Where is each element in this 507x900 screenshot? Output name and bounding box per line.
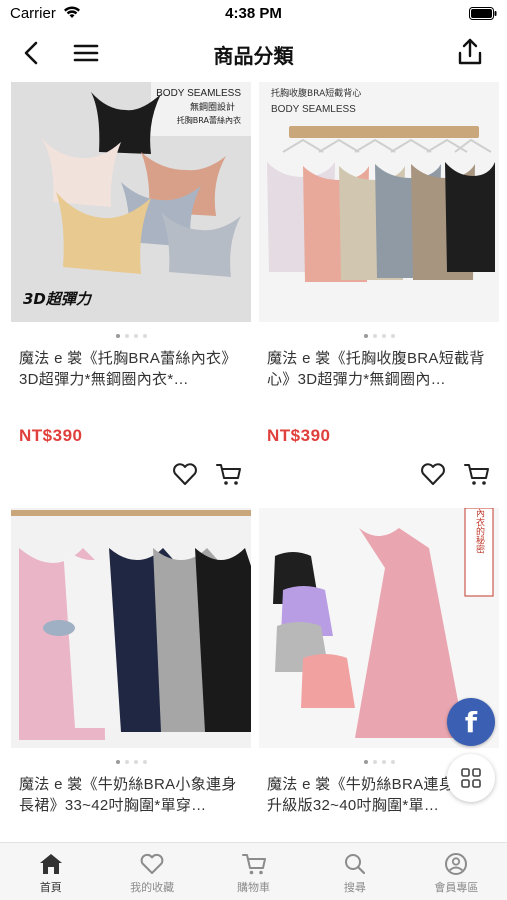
nav-bar: 商品分類 (0, 30, 507, 76)
tab-label: 搜尋 (343, 882, 366, 894)
cart-icon (241, 854, 266, 875)
tab-label: 我的收藏 (130, 882, 175, 894)
product-price: NT$390 (19, 426, 83, 445)
carousel-dots (11, 334, 251, 338)
tab-label: 購物車 (237, 882, 271, 894)
carousel-dot (124, 334, 129, 338)
carousel-dot (124, 760, 129, 764)
cart-icon[interactable] (463, 460, 491, 488)
tab-label: 首頁 (39, 882, 62, 894)
carousel-dot (372, 760, 377, 764)
heart-icon[interactable] (171, 460, 199, 488)
product-title[interactable]: 魔法 e 裳《牛奶絲BRA小象連身長裙》33~42吋胸圍*單穿… (19, 774, 247, 816)
carousel-dot (115, 334, 120, 338)
carousel-dot (390, 760, 395, 764)
heart-icon (140, 853, 164, 874)
product-image[interactable]: 托胸收腹BRA短截背心 BODY SEAMLESS (259, 82, 499, 322)
tab-favorites[interactable]: 我的收藏 (101, 843, 202, 900)
cart-icon[interactable] (215, 460, 243, 488)
image-caption: 無鋼圈設計 (190, 101, 235, 113)
carousel-dot (133, 334, 138, 338)
product-image[interactable] (11, 508, 251, 748)
menu-icon[interactable] (72, 39, 100, 67)
tab-label: 會員專區 (434, 882, 479, 894)
tab-home[interactable]: 首頁 (0, 843, 101, 900)
product-title[interactable]: 魔法 e 裳《托胸BRA蕾絲內衣》3D超彈力*無鋼圈內衣*… (19, 348, 247, 390)
carousel-dot (372, 334, 377, 338)
tab-search[interactable]: 搜尋 (304, 843, 405, 900)
product-title[interactable]: 魔法 e 裳《托胸收腹BRA短截背心》3D超彈力*無鋼圈內… (267, 348, 495, 390)
image-caption: 免穿內衣的秘密 (474, 508, 485, 554)
grid-menu-button[interactable] (447, 754, 495, 802)
image-caption: BODY SEAMLESS (271, 104, 356, 115)
tab-cart[interactable]: 購物車 (203, 843, 304, 900)
carousel-dot (363, 334, 368, 338)
carousel-dots (259, 334, 499, 338)
facebook-icon: f (464, 705, 478, 739)
image-caption: 托胸收腹BRA短截背心 (271, 87, 361, 99)
facebook-button[interactable]: f (447, 698, 495, 746)
carousel-dots (11, 760, 251, 764)
product-image[interactable]: BODY SEAMLESS 無鋼圈設計 托胸BRA蕾絲內衣 3D超彈力 (11, 82, 251, 322)
image-caption: 3D超彈力 (23, 290, 93, 308)
carousel-dot (115, 760, 120, 764)
user-icon (445, 853, 468, 875)
status-time: 4:38 PM (225, 5, 282, 22)
carousel-dot (142, 334, 147, 338)
carousel-dot (390, 334, 395, 338)
image-caption: 托胸BRA蕾絲內衣 (177, 115, 241, 125)
battery-icon (469, 7, 497, 20)
product-price: NT$390 (267, 426, 331, 445)
search-icon (344, 854, 366, 875)
tab-bar: 首頁 我的收藏 購物車 搜尋 會員專區 (0, 842, 507, 900)
back-icon[interactable] (18, 39, 46, 67)
tab-member[interactable]: 會員專區 (406, 843, 507, 900)
carousel-dot (363, 760, 368, 764)
image-caption: BODY SEAMLESS (156, 88, 241, 99)
carousel-dot (142, 760, 147, 764)
share-icon[interactable] (455, 37, 485, 67)
carousel-dot (381, 334, 386, 338)
heart-icon[interactable] (419, 460, 447, 488)
carousel-dot (381, 760, 386, 764)
home-icon (39, 854, 62, 874)
carousel-dot (133, 760, 138, 764)
status-bar: Carrier 4:38 PM (0, 0, 507, 28)
grid-icon (461, 768, 481, 788)
